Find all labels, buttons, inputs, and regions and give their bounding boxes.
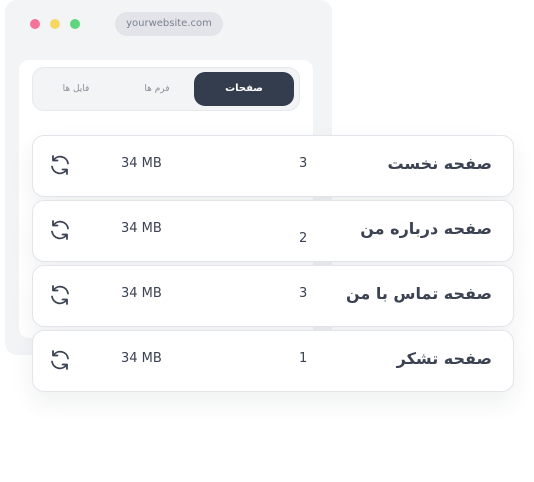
page-title: صفحه درباره من [360, 219, 492, 238]
tab-forms[interactable]: فرم ها [117, 72, 197, 106]
page-count: 1 [299, 351, 308, 366]
refresh-icon[interactable] [48, 218, 72, 242]
refresh-icon[interactable] [48, 348, 72, 372]
page-size: 34 MB [121, 221, 162, 236]
page-row-thanks[interactable]: 34 MB 1 صفحه تشکر [32, 330, 514, 392]
address-bar[interactable]: yourwebsite.com [115, 12, 223, 36]
page-row-contact[interactable]: 34 MB 3 صفحه تماس با من [32, 265, 514, 327]
page-size: 34 MB [121, 286, 162, 301]
minimize-dot-icon[interactable] [50, 19, 60, 29]
page-row-home[interactable]: 34 MB 3 صفحه نخست [32, 135, 514, 197]
tab-pages[interactable]: صفحات [194, 72, 294, 106]
page-size: 34 MB [121, 156, 162, 171]
tab-bar: فایل ها فرم ها صفحات [32, 67, 300, 111]
maximize-dot-icon[interactable] [70, 19, 80, 29]
page-count: 2 [299, 231, 308, 246]
page-size: 34 MB [121, 351, 162, 366]
page-title: صفحه تماس با من [345, 284, 492, 303]
page-title: صفحه تشکر [396, 349, 492, 368]
tab-files[interactable]: فایل ها [41, 72, 111, 106]
page-title: صفحه نخست [387, 154, 492, 173]
page-count: 3 [299, 156, 308, 171]
page-row-about[interactable]: 34 MB 2 صفحه درباره من [32, 200, 514, 262]
refresh-icon[interactable] [48, 283, 72, 307]
refresh-icon[interactable] [48, 153, 72, 177]
window-controls [30, 19, 80, 29]
page-count: 3 [299, 286, 308, 301]
close-dot-icon[interactable] [30, 19, 40, 29]
